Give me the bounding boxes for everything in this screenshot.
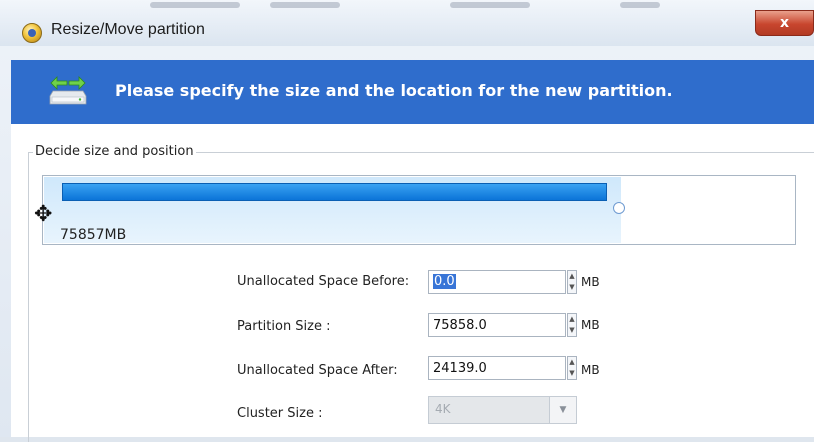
window-title: Resize/Move partition (51, 21, 205, 38)
title-bar[interactable]: Resize/Move partition x (0, 0, 814, 46)
cluster-size-label: Cluster Size : (237, 406, 323, 421)
unit-label: MB (581, 318, 600, 332)
partition-size-spinner[interactable]: ▲ ▼ (567, 313, 577, 337)
app-icon (22, 23, 42, 43)
chevron-down-icon[interactable]: ▼ (549, 396, 577, 424)
unit-label: MB (581, 275, 600, 289)
move-cursor-icon: ✥ (34, 202, 53, 227)
resize-handle[interactable] (613, 202, 625, 214)
blurred-background (450, 2, 530, 8)
partition-size-label-field: Partition Size : (237, 319, 331, 334)
header-banner: Please specify the size and the location… (11, 60, 814, 124)
unallocated-before-spinner[interactable]: ▲ ▼ (567, 270, 577, 294)
unallocated-before-label: Unallocated Space Before: (237, 274, 410, 289)
blurred-background (150, 2, 240, 8)
unit-label: MB (581, 363, 600, 377)
banner-instruction: Please specify the size and the location… (115, 81, 673, 100)
cluster-size-select[interactable]: 4K (428, 396, 550, 424)
partition-icon (49, 76, 87, 105)
group-label: Decide size and position (33, 144, 196, 159)
partition-bar[interactable]: 75857MB (42, 175, 796, 245)
close-button[interactable]: x (755, 10, 814, 36)
blurred-background (270, 2, 340, 8)
partition-size-label: 75857MB (60, 227, 127, 243)
partition-region[interactable]: 75857MB (44, 177, 621, 243)
selected-text: 0.0 (433, 274, 456, 289)
unallocated-after-label: Unallocated Space After: (237, 363, 398, 378)
dialog-content: Decide size and position 75857MB ✥ Unall… (11, 124, 814, 442)
unallocated-after-input[interactable] (428, 356, 566, 380)
unallocated-after-spinner[interactable]: ▲ ▼ (567, 356, 577, 380)
partition-size-input[interactable] (428, 313, 566, 337)
resize-move-dialog: Resize/Move partition x Please specify t… (0, 0, 814, 442)
partition-used-fill (62, 183, 607, 201)
blurred-background (620, 2, 660, 8)
